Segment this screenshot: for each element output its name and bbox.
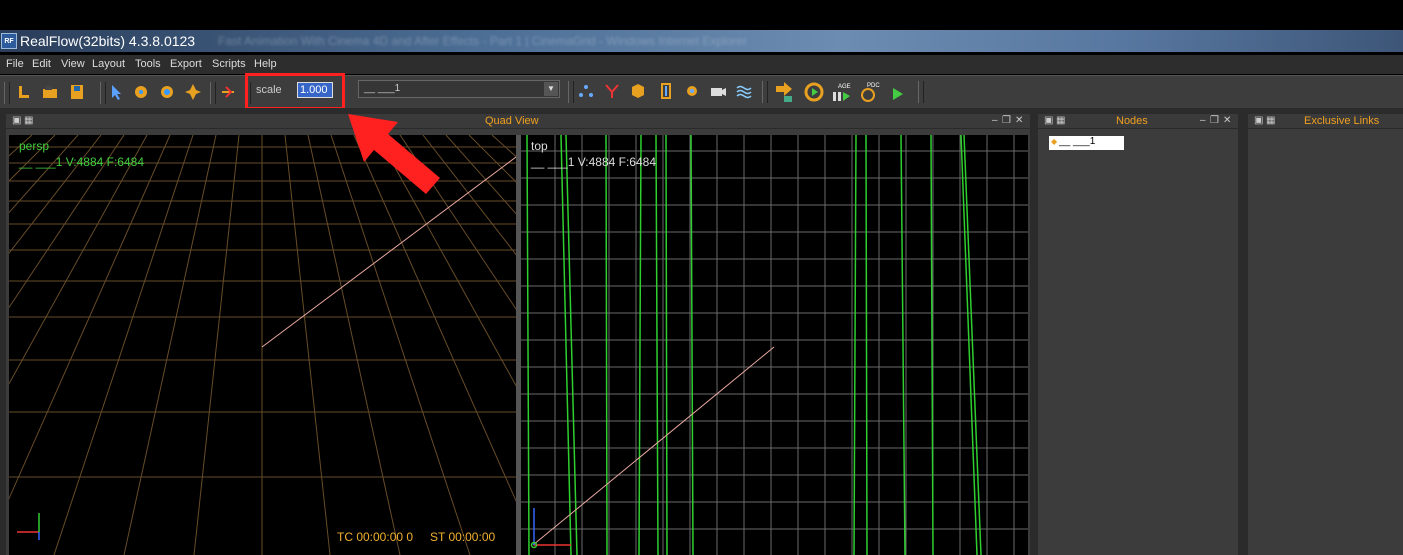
menu-file[interactable]: File [6,58,24,70]
minimize-icon[interactable]: – [992,115,998,126]
restore-icon[interactable]: ❐ [1002,115,1011,126]
toolbar-grip[interactable] [918,81,924,103]
link-icon[interactable] [218,82,238,102]
quad-view-title: Quad View [485,115,539,127]
persp-viewport[interactable]: persp __ ___1 V:4884 F:6484 [9,135,516,555]
chevron-down-icon[interactable]: ▼ [544,82,558,96]
menu-edit[interactable]: Edit [32,58,51,70]
daemon-icon[interactable] [602,81,622,101]
nodes-panel: ▣ ▦ Nodes – ❐ ✕ [1038,114,1238,555]
window-title: RealFlow(32bits) 4.3.8.0123 [20,33,196,49]
menu-tools[interactable]: Tools [135,58,161,70]
toolbar-grip[interactable] [210,82,216,104]
annotation-arrow [348,114,440,194]
rotate-icon[interactable] [157,82,177,102]
restore-icon[interactable]: ❐ [1210,115,1219,126]
mesh-icon[interactable] [734,81,754,101]
menu-export[interactable]: Export [170,58,202,70]
minimize-icon[interactable]: – [1200,115,1206,126]
age-icon[interactable]: AGE [830,80,854,104]
simulation-time-readout: ST 00:00:00 [430,530,496,544]
toolbar-grip[interactable] [568,81,574,103]
node-list-item[interactable]: ◆ __ ___1 [1049,136,1124,150]
panel-grid-icon[interactable]: ▦ [1056,115,1065,126]
menu-layout[interactable]: Layout [92,58,125,70]
svg-text:AGE: AGE [838,84,851,90]
window-title-bar[interactable]: RF RealFlow(32bits) 4.3.8.0123 Fast Anim… [0,30,1403,52]
toolbar-grip[interactable] [100,82,106,104]
exclusive-links-header[interactable]: ▣ ▦ Exclusive Links [1248,114,1403,129]
nodes-header[interactable]: ▣ ▦ Nodes – ❐ ✕ [1038,114,1238,129]
node-select-combo[interactable]: __ ___1 ▼ [358,80,560,98]
persp-label: persp [19,139,50,153]
toolbar-grip[interactable] [4,82,10,104]
top-label: top [531,139,548,153]
close-icon[interactable]: ✕ [1015,115,1023,126]
object-icon[interactable] [628,81,648,101]
nodes-title: Nodes [1116,115,1148,127]
panel-grid-icon[interactable]: ▦ [1266,115,1275,126]
simulate-icon[interactable] [772,80,796,104]
close-icon[interactable]: ✕ [1223,115,1231,126]
pdc-icon[interactable]: PDC [858,80,882,104]
toolbar-grip[interactable] [762,81,768,103]
panel-menu-icon[interactable]: ▣ [1254,115,1263,126]
scale-icon[interactable] [183,82,203,102]
combo-value: __ ___1 [364,83,401,94]
save-scene-icon[interactable] [67,82,87,102]
reset-icon[interactable] [802,80,826,104]
scale-highlight-box [245,73,345,110]
new-scene-icon[interactable] [14,82,34,102]
menu-scripts[interactable]: Scripts [212,58,246,70]
open-scene-icon[interactable] [40,82,60,102]
blurred-background-title: Fast Animation With Cinema 4D and After … [218,34,748,48]
camera-icon[interactable] [708,81,728,101]
exclusive-links-panel: ▣ ▦ Exclusive Links [1248,114,1403,555]
panel-menu-icon[interactable]: ▣ [1044,115,1053,126]
panel-menu-icon[interactable]: ▣ [12,115,21,126]
select-icon[interactable] [107,82,127,102]
import-icon[interactable] [682,81,702,101]
play-icon[interactable] [887,84,907,104]
emitter-icon[interactable] [576,81,596,101]
quad-view-header[interactable]: ▣ ▦ Quad View – ❐ ✕ [6,114,1030,129]
menu-view[interactable]: View [61,58,85,70]
top-viewport[interactable]: top __ ___1 V:4884 F:6484 [521,135,1028,555]
persp-info: __ ___1 V:4884 F:6484 [19,155,144,169]
panel-grid-icon[interactable]: ▦ [24,115,33,126]
top-info: __ ___1 V:4884 F:6484 [531,155,656,169]
menu-help[interactable]: Help [254,58,277,70]
exclusive-links-title: Exclusive Links [1304,115,1380,127]
node-icon: ◆ [1051,137,1058,146]
realflow-app-icon: RF [1,33,17,49]
move-icon[interactable] [131,82,151,102]
constraint-icon[interactable] [656,81,676,101]
menu-bar: File Edit View Layout Tools Export Scrip… [0,55,1403,74]
timecode-readout: TC 00:00:00 0 [337,530,414,544]
